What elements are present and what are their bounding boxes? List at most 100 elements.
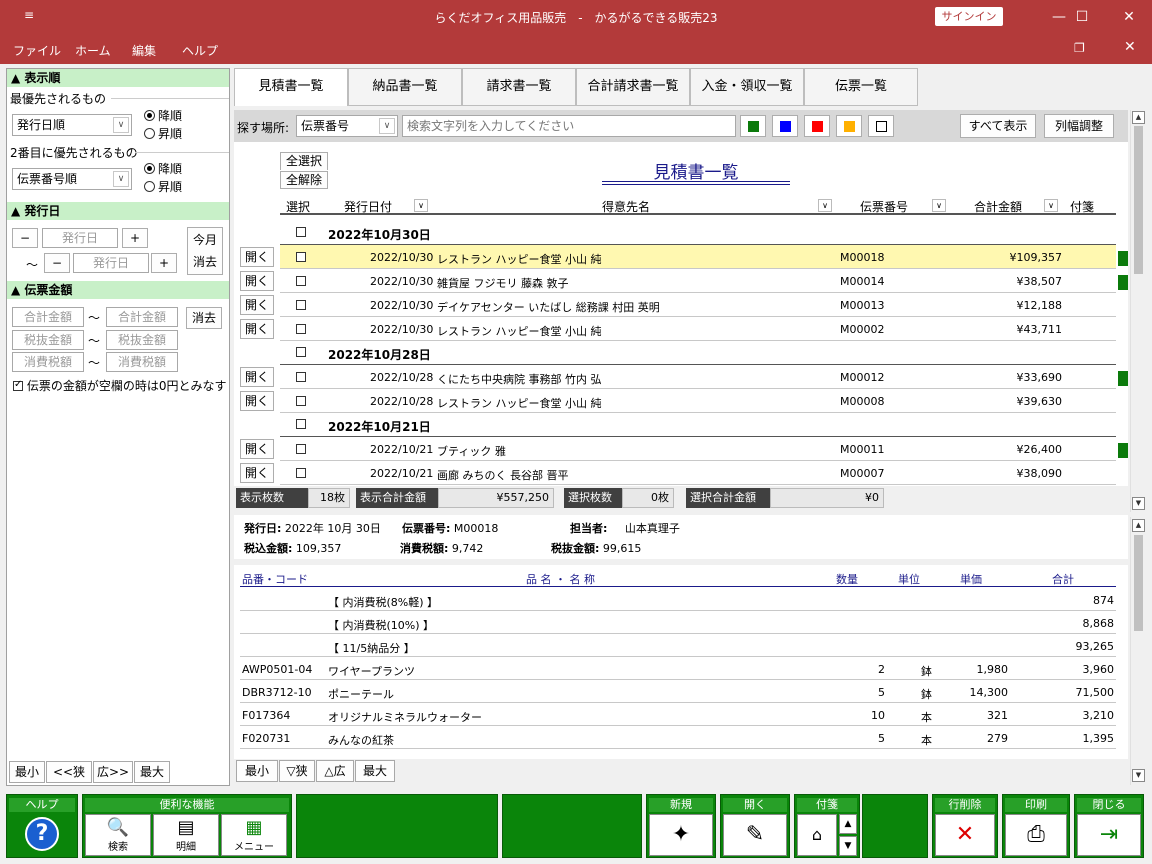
tab-estimates[interactable]: 見積書一覧 bbox=[234, 68, 348, 106]
open-row-button[interactable]: 開く bbox=[240, 295, 274, 315]
group-checkbox[interactable] bbox=[296, 419, 306, 429]
amount-clear-button[interactable]: 消去 bbox=[186, 307, 222, 329]
zero-amount-checkbox[interactable]: ✓ 伝票の金額が空欄の時は0円とみなす bbox=[13, 377, 226, 394]
pretax-to-input[interactable]: 税抜金額 bbox=[106, 330, 178, 350]
row-checkbox[interactable] bbox=[296, 252, 306, 262]
search-input[interactable]: 検索文字列を入力してください bbox=[402, 115, 736, 137]
filter-red-button[interactable] bbox=[804, 115, 830, 137]
detail-row[interactable]: 【 内消費税(10%) 】 8,868 bbox=[240, 611, 1116, 634]
close-icon[interactable]: ✕ bbox=[1106, 0, 1152, 34]
estimate-row[interactable]: 2022/10/30 雑貨屋 フジモリ 藤森 敦子 M00014 ¥38,507 bbox=[280, 269, 1128, 293]
tax-to-input[interactable]: 消費税額 bbox=[106, 352, 178, 372]
exit-door-icon[interactable]: ⇥ bbox=[1077, 814, 1141, 856]
menu-button[interactable]: ▦ メニュー bbox=[221, 814, 287, 856]
date-section-header[interactable]: ▲ 発行日 bbox=[7, 202, 229, 220]
tab-total-invoices[interactable]: 合計請求書一覧 bbox=[576, 68, 690, 106]
header-customer[interactable]: 得意先名 bbox=[602, 198, 650, 215]
tab-payments[interactable]: 入金・領収一覧 bbox=[690, 68, 804, 106]
estimate-row[interactable]: 2022/10/30 レストラン ハッピー食堂 小山 純 M00018 ¥109,35… bbox=[280, 245, 1128, 269]
row-checkbox[interactable] bbox=[296, 276, 306, 286]
estimate-row[interactable]: 2022/10/30 レストラン ハッピー食堂 小山 純 M00002 ¥43,711 bbox=[280, 317, 1116, 341]
open-row-button[interactable]: 開く bbox=[240, 367, 274, 387]
filter-yellow-button[interactable] bbox=[836, 115, 862, 137]
date-to-plus-button[interactable]: + bbox=[151, 253, 177, 273]
select-all-button[interactable]: 全選択 bbox=[280, 152, 328, 170]
deselect-all-button[interactable]: 全解除 bbox=[280, 171, 328, 189]
search-field-select[interactable]: 伝票番号 ∨ bbox=[296, 115, 398, 137]
open-row-button[interactable]: 開く bbox=[240, 439, 274, 459]
row-checkbox[interactable] bbox=[296, 300, 306, 310]
help-icon[interactable]: ? bbox=[25, 817, 59, 851]
menu-file[interactable]: ファイル bbox=[13, 42, 61, 59]
list-scrollbar[interactable]: ▲ ▼ bbox=[1130, 110, 1146, 512]
maximize-icon[interactable]: ☐ bbox=[1059, 0, 1105, 34]
sort-section-header[interactable]: ▲ 表示順 bbox=[7, 69, 229, 87]
date-from-plus-button[interactable]: + bbox=[122, 228, 148, 248]
new-icon[interactable]: ✦ bbox=[649, 814, 713, 856]
detail-row[interactable]: F017364 オリジナルミネラルウォーター 10 本 321 3,210 bbox=[240, 703, 1116, 726]
tax-from-input[interactable]: 消費税額 bbox=[12, 352, 84, 372]
total-to-input[interactable]: 合計金額 bbox=[106, 307, 178, 327]
detail-row[interactable]: DBR3712-10 ポニーテール 5 鉢 14,300 71,500 bbox=[240, 680, 1116, 703]
detail-zoom-max-button[interactable]: 最大 bbox=[355, 760, 395, 782]
this-month-button[interactable]: 今月 消去 bbox=[187, 227, 223, 275]
open-row-button[interactable]: 開く bbox=[240, 463, 274, 483]
left-zoom-narrow-button[interactable]: <<狭 bbox=[46, 761, 92, 783]
menu-help[interactable]: ヘルプ bbox=[182, 42, 218, 59]
detail-row[interactable]: 【 11/5納品分 】 93,265 bbox=[240, 634, 1116, 657]
detail-row[interactable]: AWP0501-04 ワイヤープランツ 2 鉢 1,980 3,960 bbox=[240, 657, 1116, 680]
open-row-button[interactable]: 開く bbox=[240, 271, 274, 291]
left-zoom-wide-button[interactable]: 広>> bbox=[93, 761, 133, 783]
filter-blue-button[interactable] bbox=[772, 115, 798, 137]
date-to-input[interactable]: 発行日 bbox=[73, 253, 149, 273]
row-checkbox[interactable] bbox=[296, 372, 306, 382]
detail-scrollbar[interactable]: ▲ ▼ bbox=[1130, 517, 1146, 785]
date-to-minus-button[interactable]: − bbox=[44, 253, 70, 273]
date-from-minus-button[interactable]: − bbox=[12, 228, 38, 248]
scroll-down-icon[interactable]: ▼ bbox=[1132, 769, 1145, 782]
tab-slips[interactable]: 伝票一覧 bbox=[804, 68, 918, 106]
scroll-up-icon[interactable]: ▲ bbox=[1132, 519, 1145, 532]
signin-button[interactable]: サインイン bbox=[935, 7, 1003, 26]
header-number[interactable]: 伝票番号 bbox=[860, 198, 908, 215]
first-asc-radio[interactable]: 昇順 bbox=[144, 125, 182, 142]
show-all-button[interactable]: すべて表示 bbox=[960, 114, 1036, 138]
close-doc-icon[interactable]: ✕ bbox=[1124, 39, 1136, 55]
search-button[interactable]: 🔍 検索 bbox=[85, 814, 151, 856]
row-checkbox[interactable] bbox=[296, 468, 306, 478]
filter-green-button[interactable] bbox=[740, 115, 766, 137]
row-checkbox[interactable] bbox=[296, 324, 306, 334]
group-checkbox[interactable] bbox=[296, 347, 306, 357]
detail-zoom-min-button[interactable]: 最小 bbox=[236, 760, 278, 782]
restore-doc-icon[interactable]: ❐ bbox=[1074, 41, 1085, 55]
group-checkbox[interactable] bbox=[296, 227, 306, 237]
open-row-button[interactable]: 開く bbox=[240, 391, 274, 411]
tag-up-icon[interactable]: ▲ bbox=[839, 814, 857, 834]
estimate-row[interactable]: 2022/10/28 レストラン ハッピー食堂 小山 純 M00008 ¥39,630 bbox=[280, 389, 1116, 413]
detail-row[interactable]: 【 内消費税(8%軽) 】 874 bbox=[240, 588, 1116, 611]
second-desc-radio[interactable]: 降順 bbox=[144, 160, 182, 177]
left-zoom-max-button[interactable]: 最大 bbox=[134, 761, 170, 783]
header-total[interactable]: 合計金額 bbox=[974, 198, 1022, 215]
chevron-down-icon[interactable]: ∨ bbox=[414, 199, 428, 212]
detail-zoom-narrow-button[interactable]: ▽狭 bbox=[279, 760, 315, 782]
estimate-row[interactable]: 2022/10/30 デイケアセンター いたばし 総務課 村田 英明 M00013 ¥… bbox=[280, 293, 1116, 317]
tag-icon[interactable]: ⌂ bbox=[797, 814, 837, 856]
chevron-down-icon[interactable]: ∨ bbox=[932, 199, 946, 212]
chevron-down-icon[interactable]: ∨ bbox=[818, 199, 832, 212]
total-from-input[interactable]: 合計金額 bbox=[12, 307, 84, 327]
second-priority-select[interactable]: 伝票番号順 ∨ bbox=[12, 168, 132, 190]
detail-zoom-wide-button[interactable]: △広 bbox=[316, 760, 354, 782]
estimate-row[interactable]: 2022/10/21 画廊 みちのく 長谷部 晋平 M00007 ¥38,090 bbox=[280, 461, 1116, 485]
amount-section-header[interactable]: ▲ 伝票金額 bbox=[7, 281, 229, 299]
row-checkbox[interactable] bbox=[296, 396, 306, 406]
scroll-down-icon[interactable]: ▼ bbox=[1132, 497, 1145, 510]
printer-icon[interactable]: ⎙ bbox=[1005, 814, 1067, 856]
edit-icon[interactable]: ✎ bbox=[723, 814, 787, 856]
first-desc-radio[interactable]: 降順 bbox=[144, 107, 182, 124]
detail-row[interactable]: F020731 みんなの紅茶 5 本 279 1,395 bbox=[240, 726, 1116, 749]
second-asc-radio[interactable]: 昇順 bbox=[144, 178, 182, 195]
open-row-button[interactable]: 開く bbox=[240, 247, 274, 267]
pretax-from-input[interactable]: 税抜金額 bbox=[12, 330, 84, 350]
first-priority-select[interactable]: 発行日順 ∨ bbox=[12, 114, 132, 136]
